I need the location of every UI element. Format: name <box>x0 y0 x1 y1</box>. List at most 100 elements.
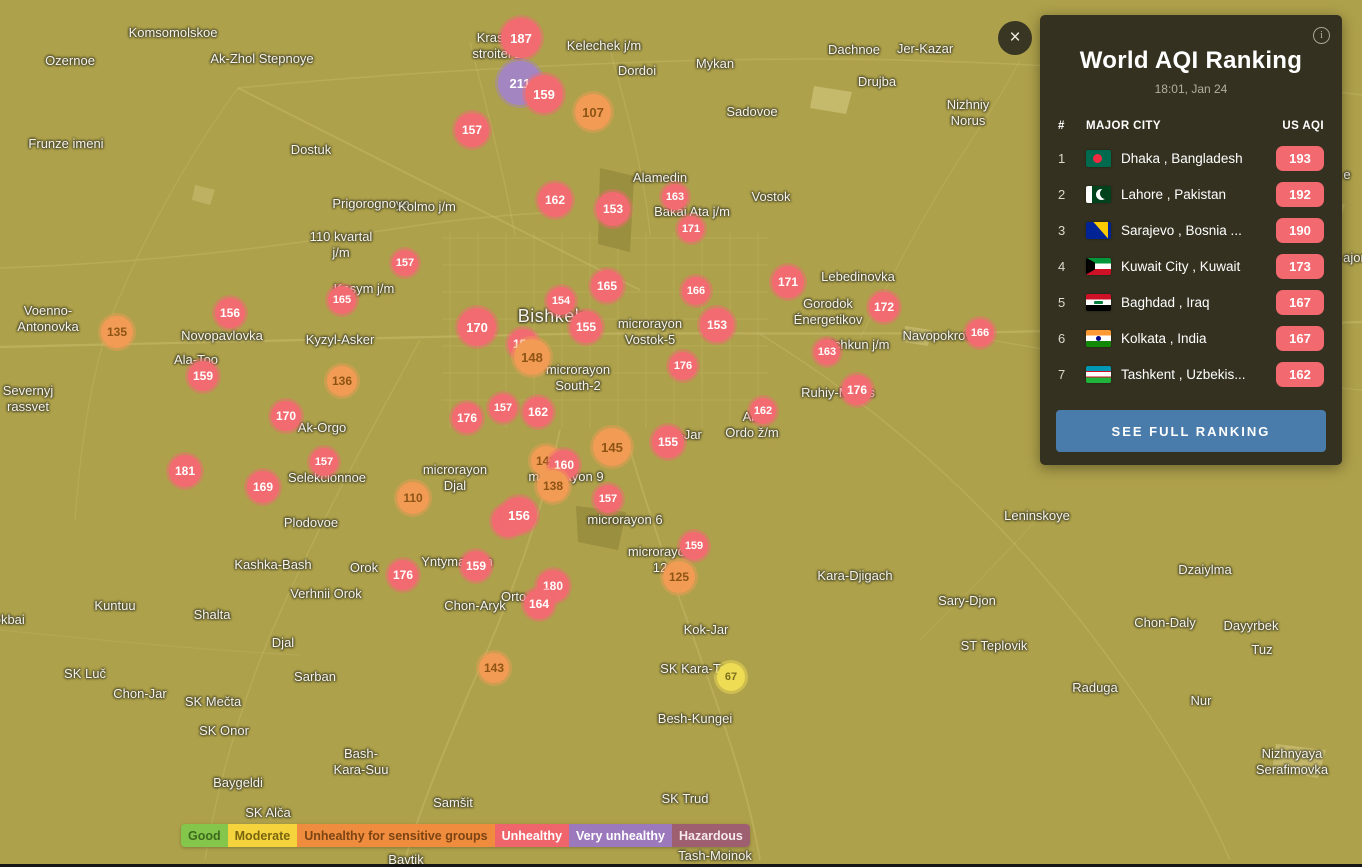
aqi-marker[interactable]: 165 <box>328 286 356 314</box>
aqi-marker[interactable]: 176 <box>452 403 482 433</box>
aqi-marker[interactable]: 187 <box>501 18 541 58</box>
aqi-marker[interactable]: 169 <box>247 471 279 503</box>
legend-item: Unhealthy <box>495 824 569 847</box>
rank-cell: 2 <box>1058 187 1086 202</box>
legend-item: Good <box>181 824 228 847</box>
see-full-ranking-button[interactable]: SEE FULL RANKING <box>1056 410 1326 452</box>
world-aqi-ranking-panel: i World AQI Ranking 18:01, Jan 24 # MAJO… <box>1040 15 1342 465</box>
country-flag <box>1086 366 1111 383</box>
rank-cell: 3 <box>1058 223 1086 238</box>
aqi-marker[interactable]: 159 <box>461 551 491 581</box>
aqi-marker[interactable]: 110 <box>397 482 429 514</box>
aqi-marker[interactable]: 155 <box>652 426 684 458</box>
aqi-marker[interactable]: 125 <box>663 561 695 593</box>
aqi-marker[interactable]: 176 <box>669 352 697 380</box>
aqi-badge: 167 <box>1276 326 1324 351</box>
aqi-marker[interactable]: 163 <box>814 339 840 365</box>
panel-timestamp: 18:01, Jan 24 <box>1040 82 1342 96</box>
city-column-header: MAJOR CITY <box>1086 120 1282 132</box>
aqi-badge: 190 <box>1276 218 1324 243</box>
aqi-marker[interactable]: 153 <box>596 192 630 226</box>
aqi-marker[interactable]: 154 <box>547 287 575 315</box>
aqi-marker[interactable]: 135 <box>101 316 133 348</box>
aqi-marker[interactable]: 159 <box>188 361 218 391</box>
aqi-marker[interactable]: 138 <box>537 470 569 502</box>
aqi-marker[interactable]: 172 <box>869 292 899 322</box>
aqi-marker[interactable]: 157 <box>392 250 418 276</box>
aqi-legend: GoodModerateUnhealthy for sensitive grou… <box>181 824 750 847</box>
legend-item: Unhealthy for sensitive groups <box>297 824 494 847</box>
aqi-marker[interactable]: 171 <box>678 216 704 242</box>
close-panel-button[interactable]: × <box>998 21 1032 55</box>
country-flag <box>1086 330 1111 347</box>
aqi-marker[interactable]: 162 <box>523 397 553 427</box>
aqi-marker[interactable]: 157 <box>455 113 489 147</box>
aqi-badge: 173 <box>1276 254 1324 279</box>
aqi-marker[interactable]: 143 <box>479 653 509 683</box>
rank-cell: 5 <box>1058 295 1086 310</box>
ranking-row[interactable]: 3 Sarajevo , Bosnia ... 190 <box>1040 212 1342 248</box>
panel-title: World AQI Ranking <box>1040 15 1342 75</box>
city-cell: Tashkent , Uzbekis... <box>1121 367 1276 382</box>
aqi-marker[interactable]: 163 <box>662 184 688 210</box>
aqi-marker[interactable]: 156 <box>501 497 537 533</box>
aqi-marker[interactable]: 181 <box>169 455 201 487</box>
aqi-marker[interactable]: 157 <box>489 394 517 422</box>
aqi-marker[interactable]: 165 <box>591 270 623 302</box>
country-flag <box>1086 258 1111 275</box>
aqi-badge: 193 <box>1276 146 1324 171</box>
ranking-rows: 1 Dhaka , Bangladesh 193 2 Lahore , Paki… <box>1040 140 1342 392</box>
country-flag <box>1086 150 1111 167</box>
country-flag <box>1086 294 1111 311</box>
aqi-marker[interactable]: 162 <box>750 398 776 424</box>
legend-item: Very unhealthy <box>569 824 672 847</box>
rank-cell: 6 <box>1058 331 1086 346</box>
info-icon[interactable]: i <box>1313 27 1330 44</box>
aqi-marker[interactable]: 170 <box>271 401 301 431</box>
ranking-row[interactable]: 2 Lahore , Pakistan 192 <box>1040 176 1342 212</box>
city-cell: Kolkata , India <box>1121 331 1276 346</box>
aqi-marker[interactable]: 176 <box>388 560 418 590</box>
aqi-marker[interactable]: 164 <box>524 589 554 619</box>
table-header: # MAJOR CITY US AQI <box>1058 120 1324 132</box>
aqi-marker[interactable]: 162 <box>538 183 572 217</box>
aqi-marker[interactable]: 171 <box>772 266 804 298</box>
legend-item: Moderate <box>228 824 298 847</box>
legend-item: Hazardous <box>672 824 750 847</box>
aqi-marker[interactable]: 166 <box>682 277 710 305</box>
ranking-row[interactable]: 4 Kuwait City , Kuwait 173 <box>1040 248 1342 284</box>
aqi-badge: 192 <box>1276 182 1324 207</box>
aqi-marker[interactable]: 153 <box>700 308 734 342</box>
aqi-marker[interactable]: 159 <box>680 532 708 560</box>
aqi-badge: 162 <box>1276 362 1324 387</box>
aqi-marker[interactable]: 148 <box>514 339 550 375</box>
aqi-marker[interactable]: 155 <box>570 311 602 343</box>
aqi-column-header: US AQI <box>1282 120 1324 132</box>
ranking-row[interactable]: 6 Kolkata , India 167 <box>1040 320 1342 356</box>
aqi-marker[interactable]: 136 <box>327 366 357 396</box>
rank-cell: 4 <box>1058 259 1086 274</box>
city-cell: Lahore , Pakistan <box>1121 187 1276 202</box>
ranking-row[interactable]: 5 Baghdad , Iraq 167 <box>1040 284 1342 320</box>
rank-column-header: # <box>1058 120 1086 132</box>
aqi-marker[interactable]: 107 <box>575 94 611 130</box>
city-cell: Sarajevo , Bosnia ... <box>1121 223 1276 238</box>
country-flag <box>1086 222 1111 239</box>
ranking-row[interactable]: 7 Tashkent , Uzbekis... 162 <box>1040 356 1342 392</box>
aqi-badge: 167 <box>1276 290 1324 315</box>
aqi-marker[interactable]: 157 <box>310 448 338 476</box>
city-cell: Kuwait City , Kuwait <box>1121 259 1276 274</box>
aqi-marker[interactable]: 67 <box>717 663 745 691</box>
rank-cell: 7 <box>1058 367 1086 382</box>
aqi-marker[interactable]: 176 <box>842 375 872 405</box>
aqi-marker[interactable]: 145 <box>593 428 631 466</box>
city-cell: Baghdad , Iraq <box>1121 295 1276 310</box>
aqi-marker[interactable]: 170 <box>458 308 496 346</box>
ranking-row[interactable]: 1 Dhaka , Bangladesh 193 <box>1040 140 1342 176</box>
aqi-marker[interactable]: 156 <box>215 298 245 328</box>
aqi-marker[interactable]: 166 <box>966 319 994 347</box>
rank-cell: 1 <box>1058 151 1086 166</box>
city-cell: Dhaka , Bangladesh <box>1121 151 1276 166</box>
aqi-marker[interactable]: 159 <box>525 75 563 113</box>
aqi-marker[interactable]: 157 <box>594 485 622 513</box>
